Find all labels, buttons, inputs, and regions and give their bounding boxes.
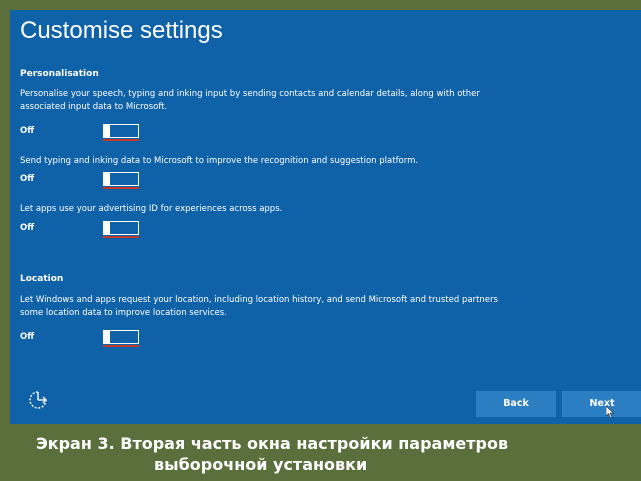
setting-state-speech: Off bbox=[20, 126, 35, 136]
mouse-cursor-icon bbox=[606, 406, 614, 418]
figure-frame: Customise settings Personalisation Perso… bbox=[0, 0, 641, 481]
next-button[interactable]: Next bbox=[562, 391, 641, 417]
toggle-underline bbox=[102, 345, 139, 347]
setting-description-advertising: Let apps use your advertising ID for exp… bbox=[20, 204, 283, 214]
caption-line-2: выборочной установки bbox=[154, 455, 368, 474]
toggle-advertising[interactable] bbox=[102, 220, 139, 238]
toggle-speech[interactable] bbox=[102, 123, 139, 141]
setup-window: Customise settings Personalisation Perso… bbox=[10, 10, 641, 424]
setting-description-location: Let Windows and apps request your locati… bbox=[20, 295, 498, 318]
caption-line-1: Экран 3. Вторая часть окна настройки пар… bbox=[36, 434, 509, 453]
setting-state-location: Off bbox=[20, 332, 35, 342]
toggle-underline bbox=[102, 236, 139, 238]
location-heading: Location bbox=[20, 274, 64, 284]
toggle-underline bbox=[102, 187, 139, 189]
setting-state-typing: Off bbox=[20, 174, 35, 184]
ease-of-access-icon[interactable] bbox=[27, 389, 49, 411]
toggle-location[interactable] bbox=[102, 329, 139, 347]
toggle-typing[interactable] bbox=[102, 171, 139, 189]
page-title: Customise settings bbox=[20, 17, 223, 44]
setting-state-advertising: Off bbox=[20, 223, 35, 233]
setting-description-speech: Personalise your speech, typing and inki… bbox=[20, 89, 480, 112]
personalisation-heading: Personalisation bbox=[20, 69, 99, 79]
toggle-underline bbox=[102, 139, 139, 141]
toggle-thumb bbox=[104, 220, 110, 235]
back-button[interactable]: Back bbox=[476, 391, 556, 417]
setting-description-typing: Send typing and inking data to Microsoft… bbox=[20, 156, 419, 166]
figure-caption: Экран 3. Вторая часть окна настройки пар… bbox=[10, 424, 641, 481]
toggle-thumb bbox=[104, 329, 110, 344]
toggle-thumb bbox=[104, 171, 110, 186]
toggle-thumb bbox=[104, 123, 110, 138]
